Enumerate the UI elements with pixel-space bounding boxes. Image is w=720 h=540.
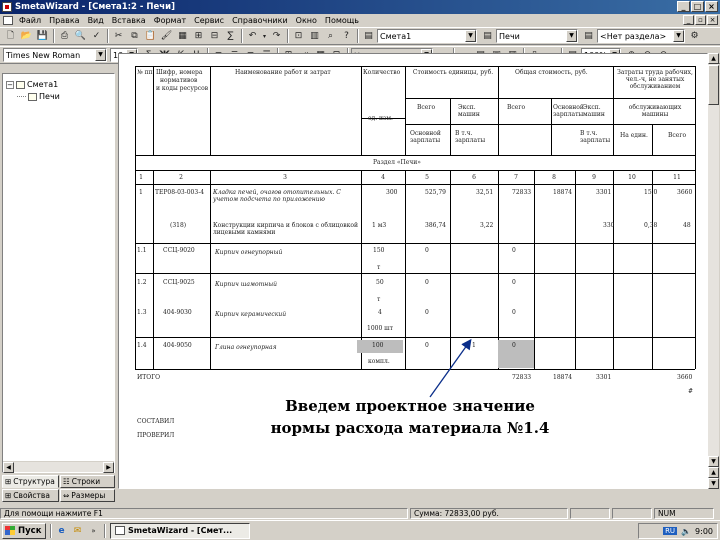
taskbar-item-smetawizard[interactable]: SmetaWizard - [Смет... bbox=[110, 522, 250, 539]
scroll-thumb[interactable] bbox=[708, 65, 719, 105]
quicklaunch-more-icon[interactable]: » bbox=[86, 523, 101, 538]
system-tray: RU 🔈 9:00 bbox=[638, 523, 718, 539]
speaker-icon[interactable]: 🔈 bbox=[681, 527, 691, 536]
language-indicator[interactable]: RU bbox=[663, 527, 678, 535]
document-vertical-scrollbar[interactable]: ▲ ▼ ▲ ▼ bbox=[708, 53, 719, 489]
app-icon bbox=[115, 526, 125, 535]
start-button[interactable]: Пуск bbox=[2, 522, 46, 539]
scroll-down-icon[interactable]: ▼ bbox=[708, 456, 719, 467]
status-cell bbox=[570, 508, 610, 519]
status-cell bbox=[612, 508, 652, 519]
clock[interactable]: 9:00 bbox=[695, 527, 713, 536]
status-total: Сумма: 72833,00 руб. bbox=[410, 508, 568, 519]
windows-logo-icon bbox=[5, 526, 15, 535]
scroll-up-icon[interactable]: ▲ bbox=[708, 53, 719, 64]
ie-icon[interactable]: e bbox=[54, 523, 69, 538]
taskbar: Пуск e ✉ » SmetaWizard - [Смет... RU 🔈 9… bbox=[0, 520, 720, 540]
next-page-icon[interactable]: ▼ bbox=[708, 478, 719, 489]
callout-arrow bbox=[429, 338, 472, 398]
status-hint: Для помощи нажмите F1 bbox=[0, 508, 408, 519]
instruction-callout: Введем проектное значение нормы расхода … bbox=[270, 397, 550, 437]
status-bar: Для помощи нажмите F1 Сумма: 72833,00 ру… bbox=[0, 507, 720, 520]
status-num: NUM bbox=[654, 508, 714, 519]
prev-page-icon[interactable]: ▲ bbox=[708, 467, 719, 478]
outlook-icon[interactable]: ✉ bbox=[70, 523, 85, 538]
